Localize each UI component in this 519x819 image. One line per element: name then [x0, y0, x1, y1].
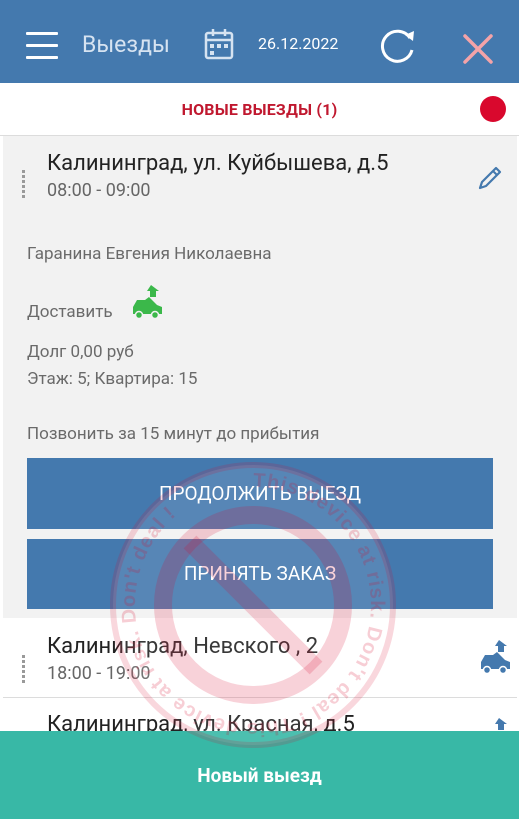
visit-card-expanded[interactable]: Калининград, ул. Куйбышева, д.5 08:00 - …: [3, 136, 517, 618]
visit-time: 08:00 - 09:00: [47, 180, 151, 201]
visit-time: 18:00 - 19:00: [47, 663, 151, 684]
menu-icon[interactable]: [26, 32, 58, 60]
new-visit-button[interactable]: Новый выезд: [0, 731, 519, 819]
close-icon[interactable]: [462, 33, 494, 65]
visit-address: Калининград, Невского , 2: [47, 634, 319, 659]
visit-card[interactable]: Калининград, Невского , 2 18:00 - 19:00: [3, 620, 517, 698]
app-bar: Выезды 26.12.2022: [0, 0, 519, 83]
delivery-truck-icon: [133, 285, 162, 320]
page-title: Выезды: [82, 31, 170, 58]
drag-handle-icon[interactable]: [22, 169, 30, 198]
client-name: Гаранина Евгения Николаевна: [27, 244, 272, 264]
debt-text: Долг 0,00 руб: [27, 342, 134, 362]
visit-address: Калининград, ул. Куйбышева, д.5: [47, 151, 389, 176]
delivery-label: Доставить: [27, 302, 113, 322]
new-visits-header[interactable]: НОВЫЕ ВЫЕЗДЫ (1): [0, 83, 519, 136]
floor-text: Этаж: 5; Квартира: 15: [27, 369, 198, 389]
drag-handle-icon[interactable]: [22, 654, 30, 683]
sync-icon[interactable]: [378, 26, 418, 66]
continue-visit-button[interactable]: ПРОДОЛЖИТЬ ВЫЕЗД: [27, 458, 493, 529]
calendar-icon[interactable]: [204, 28, 234, 60]
new-visit-label: Новый выезд: [197, 764, 322, 787]
new-visits-label: НОВЫЕ ВЫЕЗДЫ (1): [181, 100, 338, 119]
date-label[interactable]: 26.12.2022: [258, 34, 338, 53]
edit-pencil-icon[interactable]: [476, 164, 504, 192]
status-indicator: [480, 96, 506, 122]
visit-note: Позвонить за 15 минут до прибытия: [27, 424, 320, 444]
delivery-truck-icon: [481, 640, 510, 675]
accept-order-button[interactable]: ПРИНЯТЬ ЗАКАЗ: [27, 539, 493, 609]
